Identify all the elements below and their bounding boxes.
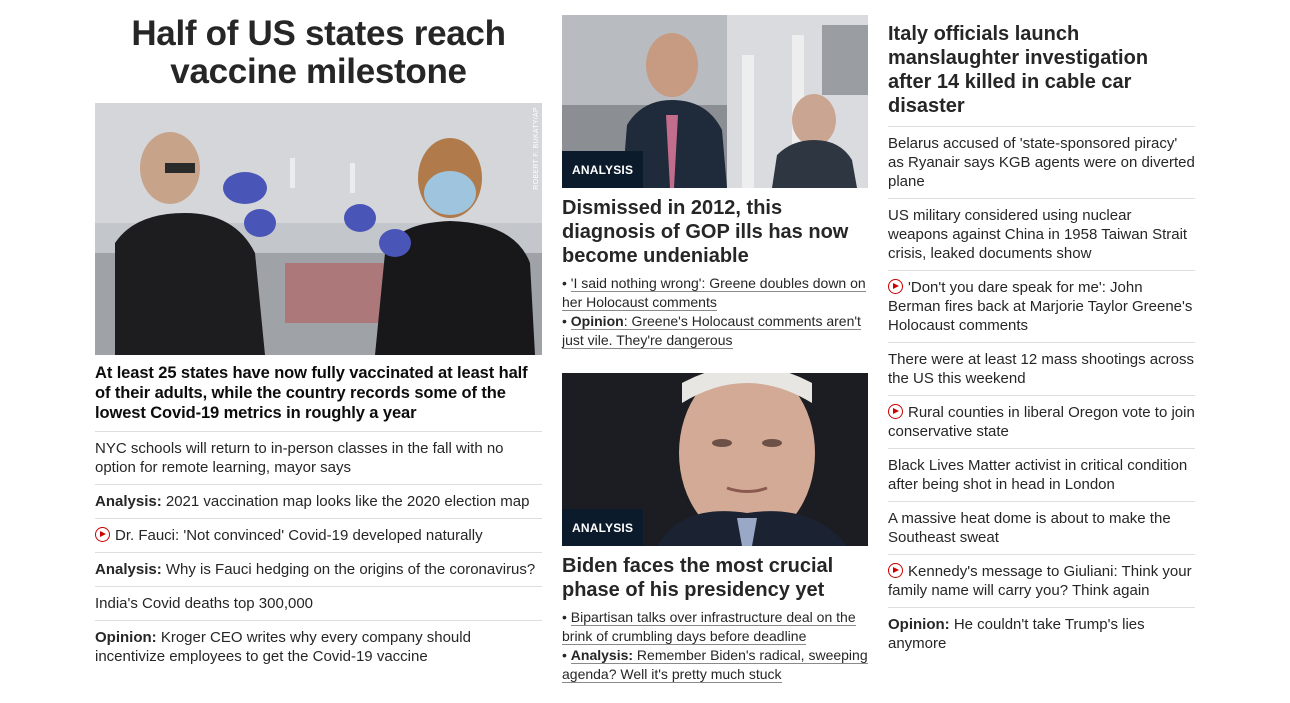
story-card-title[interactable]: Biden faces the most crucial phase of hi…	[562, 554, 868, 602]
related-link-text: Bipartisan talks over infrastructure dea…	[562, 609, 856, 644]
item-text: Why is Fauci hedging on the origins of t…	[165, 561, 536, 578]
list-item[interactable]: Dr. Fauci: 'Not convinced' Covid-19 deve…	[95, 519, 542, 553]
item-text: US military considered using nuclear wea…	[888, 207, 1188, 262]
story-card-bullets: • 'I said nothing wrong': Greene doubles…	[562, 274, 868, 350]
related-link-anchor[interactable]: Bipartisan talks over infrastructure dea…	[562, 609, 856, 645]
play-video-icon	[95, 527, 110, 542]
story-card: ANALYSIS Biden faces the most crucial ph…	[562, 373, 868, 684]
item-label-prefix: Analysis:	[95, 561, 162, 578]
item-label-prefix: Opinion:	[888, 616, 950, 633]
item-text: Kennedy's message to Giuliani: Think you…	[888, 563, 1192, 599]
analysis-badge: ANALYSIS	[562, 509, 644, 546]
item-text: 'Don't you dare speak for me': John Berm…	[888, 279, 1193, 334]
related-label-prefix: Opinion	[570, 313, 624, 329]
play-video-icon	[888, 404, 903, 419]
lead-headline[interactable]: Half of US states reach vaccine mileston…	[95, 0, 542, 91]
item-text: Belarus accused of 'state-sponsored pira…	[888, 135, 1195, 190]
related-link-anchor[interactable]: Analysis: Remember Biden's radical, swee…	[562, 647, 868, 683]
lead-story-image[interactable]: ROBERT F. BUKATY/AP	[95, 103, 542, 355]
list-item[interactable]: Belarus accused of 'state-sponsored pira…	[888, 127, 1195, 199]
list-item[interactable]: Analysis: Why is Fauci hedging on the or…	[95, 553, 542, 587]
list-item[interactable]: Opinion: Kroger CEO writes why every com…	[95, 621, 542, 673]
play-video-icon	[888, 563, 903, 578]
related-link: • Opinion: Greene's Holocaust comments a…	[562, 313, 861, 349]
lead-sub-headline[interactable]: At least 25 states have now fully vaccin…	[95, 363, 542, 432]
list-item[interactable]: A massive heat dome is about to make the…	[888, 502, 1195, 555]
list-item[interactable]: There were at least 12 mass shootings ac…	[888, 343, 1195, 396]
item-label-prefix: Opinion:	[95, 629, 157, 646]
item-text: A massive heat dome is about to make the…	[888, 510, 1171, 546]
related-link: • 'I said nothing wrong': Greene doubles…	[562, 275, 866, 311]
item-text: Black Lives Matter activist in critical …	[888, 457, 1188, 493]
analysis-badge: ANALYSIS	[562, 151, 644, 188]
story-card-image[interactable]: ANALYSIS	[562, 373, 868, 546]
list-item[interactable]: Kennedy's message to Giuliani: Think you…	[888, 555, 1195, 608]
related-link: • Bipartisan talks over infrastructure d…	[562, 609, 856, 645]
item-text: Dr. Fauci: 'Not convinced' Covid-19 deve…	[115, 527, 483, 544]
related-label-prefix: Analysis:	[570, 647, 634, 663]
list-item[interactable]: Analysis: 2021 vaccination map looks lik…	[95, 485, 542, 519]
related-link-anchor[interactable]: Opinion: Greene's Holocaust comments are…	[562, 313, 861, 349]
item-text: Rural counties in liberal Oregon vote to…	[888, 404, 1195, 440]
list-item[interactable]: Opinion: He couldn't take Trump's lies a…	[888, 608, 1195, 660]
lead-story-column: Half of US states reach vaccine mileston…	[95, 0, 542, 673]
middle-column: ANALYSIS Dismissed in 2012, this diagnos…	[562, 0, 868, 684]
item-label-prefix: Analysis:	[95, 493, 162, 510]
item-text: NYC schools will return to in-person cla…	[95, 440, 504, 476]
list-item[interactable]: Black Lives Matter activist in critical …	[888, 449, 1195, 502]
item-text: There were at least 12 mass shootings ac…	[888, 351, 1194, 387]
list-item[interactable]: India's Covid deaths top 300,000	[95, 587, 542, 621]
list-item[interactable]: 'Don't you dare speak for me': John Berm…	[888, 271, 1195, 343]
list-item[interactable]: NYC schools will return to in-person cla…	[95, 432, 542, 485]
story-card-title[interactable]: Dismissed in 2012, this diagnosis of GOP…	[562, 196, 868, 268]
story-card-image[interactable]: ANALYSIS	[562, 15, 868, 188]
photo-credit: ROBERT F. BUKATY/AP	[533, 107, 540, 190]
related-link-anchor[interactable]: 'I said nothing wrong': Greene doubles d…	[562, 275, 866, 311]
lead-related-list: NYC schools will return to in-person cla…	[95, 432, 542, 673]
headline-list: Belarus accused of 'state-sponsored pira…	[888, 127, 1195, 660]
list-item[interactable]: US military considered using nuclear wea…	[888, 199, 1195, 271]
item-text: 2021 vaccination map looks like the 2020…	[165, 493, 530, 510]
top-story-headline[interactable]: Italy officials launch manslaughter inve…	[888, 0, 1195, 127]
related-link: • Analysis: Remember Biden's radical, sw…	[562, 647, 868, 683]
story-card: ANALYSIS Dismissed in 2012, this diagnos…	[562, 15, 868, 350]
related-link-text: 'I said nothing wrong': Greene doubles d…	[562, 275, 866, 310]
story-card-bullets: • Bipartisan talks over infrastructure d…	[562, 608, 868, 684]
play-video-icon	[888, 279, 903, 294]
right-column: Italy officials launch manslaughter inve…	[888, 0, 1195, 660]
list-item[interactable]: Rural counties in liberal Oregon vote to…	[888, 396, 1195, 449]
item-text: India's Covid deaths top 300,000	[95, 595, 314, 612]
vaccine-photo	[95, 103, 542, 355]
